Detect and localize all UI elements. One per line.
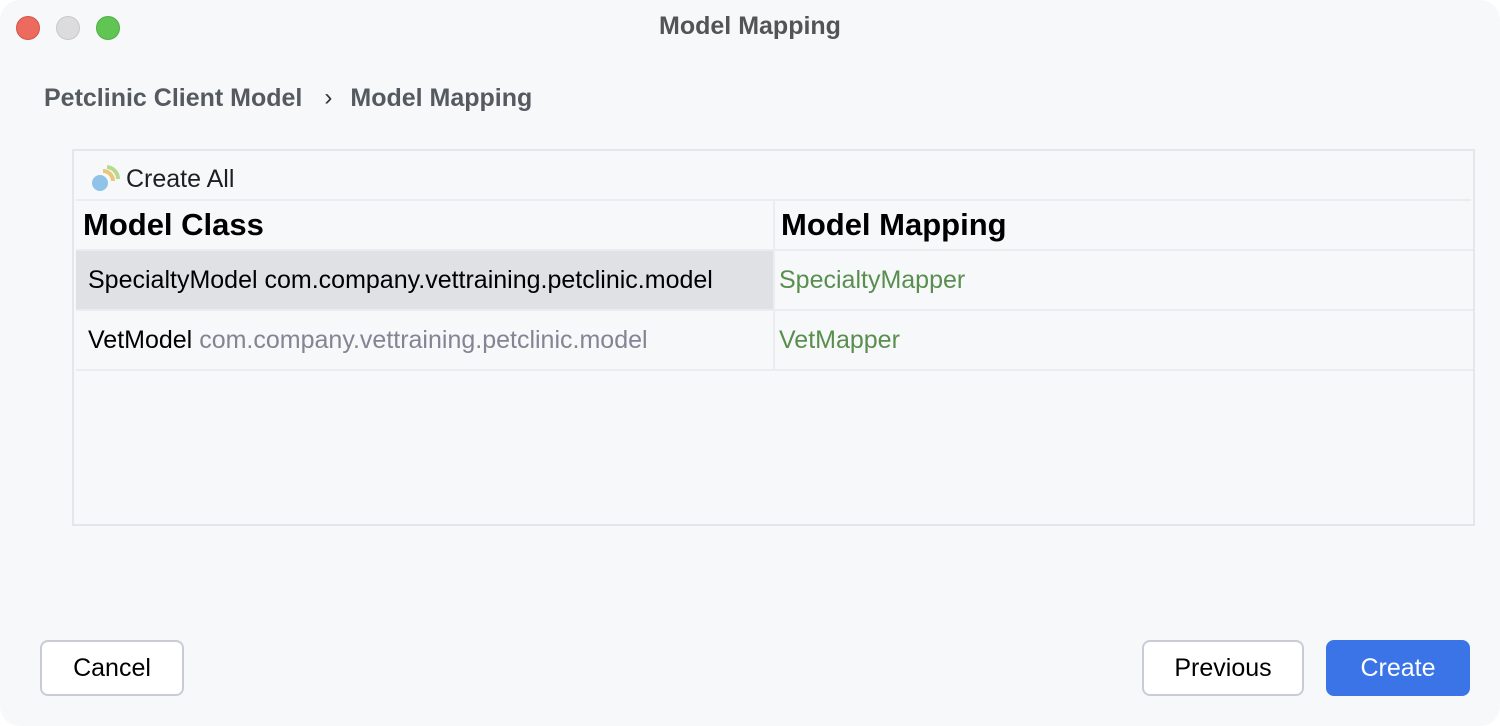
dialog-window: Model Mapping Petclinic Client Model › M… bbox=[0, 0, 1500, 726]
package-name: com.company.vettraining.petclinic.model bbox=[264, 266, 713, 294]
package-name: com.company.vettraining.petclinic.model bbox=[199, 326, 648, 354]
cancel-button[interactable]: Cancel bbox=[40, 640, 184, 696]
toolbar: Create All bbox=[76, 153, 1471, 201]
model-class-cell[interactable]: VetModel com.company.vettraining.petclin… bbox=[76, 311, 773, 369]
window-title: Model Mapping bbox=[659, 12, 841, 40]
create-all-icon[interactable] bbox=[90, 163, 121, 193]
model-class-cell[interactable]: SpecialtyModel com.company.vettraining.p… bbox=[76, 251, 773, 309]
title-bar: Model Mapping bbox=[0, 0, 1500, 56]
create-all-button[interactable]: Create All bbox=[126, 165, 234, 194]
mapper-cell[interactable]: SpecialtyMapper bbox=[775, 251, 1471, 309]
model-mapping-panel: Create All Model Class Model Mapping Spe… bbox=[72, 149, 1475, 526]
breadcrumb: Petclinic Client Model › Model Mapping bbox=[44, 82, 532, 114]
breadcrumb-item-model-mapping: Model Mapping bbox=[350, 83, 533, 112]
previous-button[interactable]: Previous bbox=[1142, 640, 1304, 696]
table-row[interactable]: VetModel com.company.vettraining.petclin… bbox=[76, 311, 1473, 371]
breadcrumb-item-client-model: Petclinic Client Model bbox=[44, 83, 303, 112]
breadcrumb-separator-chevron-icon: › bbox=[324, 84, 333, 111]
create-button[interactable]: Create bbox=[1326, 640, 1470, 696]
table-row[interactable]: SpecialtyModel com.company.vettraining.p… bbox=[76, 251, 1473, 311]
class-name: SpecialtyModel bbox=[88, 266, 258, 294]
mapper-cell[interactable]: VetMapper bbox=[775, 311, 1471, 369]
column-header-model-mapping[interactable]: Model Mapping bbox=[781, 207, 1007, 243]
column-header-model-class[interactable]: Model Class bbox=[83, 207, 264, 243]
class-name: VetModel bbox=[88, 326, 193, 354]
